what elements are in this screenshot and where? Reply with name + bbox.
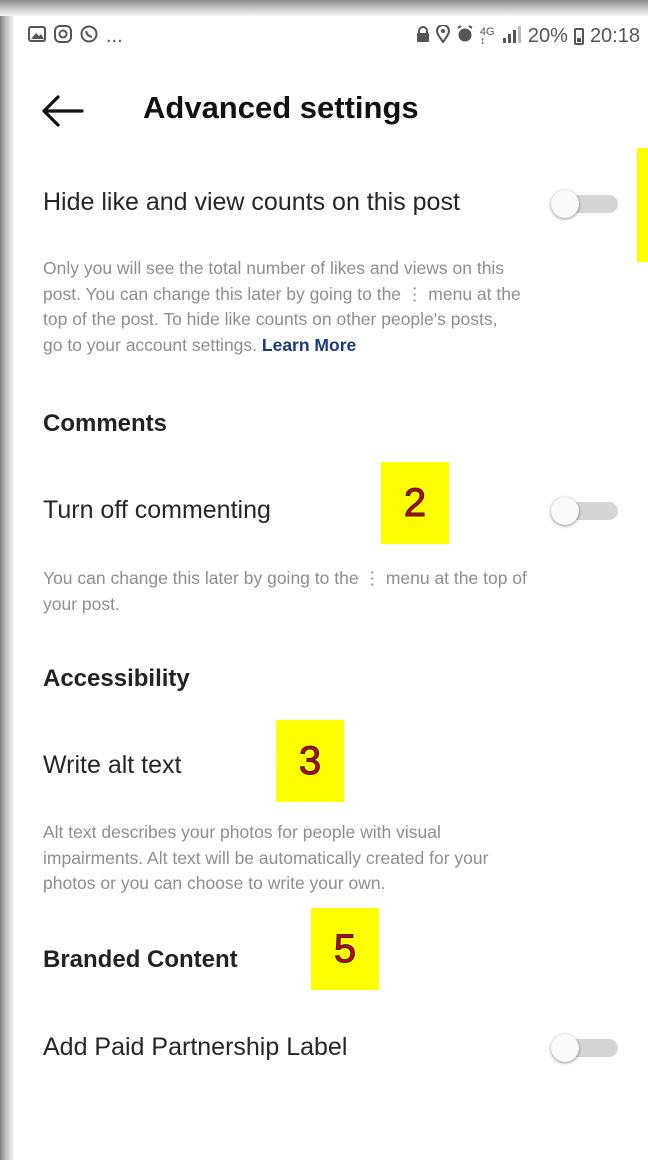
section-title-accessibility: Accessibility <box>43 665 190 692</box>
lock-icon <box>416 25 430 48</box>
back-arrow-icon[interactable] <box>40 88 86 134</box>
page-title: Advanced settings <box>143 90 419 125</box>
annotation-badge-3: 3 <box>276 720 344 802</box>
hide-counts-toggle[interactable] <box>551 190 618 218</box>
more-vert-icon: ⋮ <box>363 568 381 588</box>
desc-line: Alt text describes your photos for peopl… <box>43 822 441 842</box>
more-notifications: ... <box>106 25 123 47</box>
desc-line: top of the post. To hide like counts on … <box>43 309 498 329</box>
write-alt-text-label[interactable]: Write alt text <box>43 751 181 780</box>
desc-line: You can change this later by going to th… <box>43 568 527 588</box>
toggle-knob <box>551 190 579 218</box>
network-4g-icon: 4G ↕ <box>479 25 495 47</box>
battery-percent: 20% <box>527 25 568 47</box>
more-vert-icon: ⋮ <box>405 283 424 304</box>
frame-shadow-left <box>0 0 14 1160</box>
location-icon <box>435 24 450 48</box>
annotation-badge-2: 2 <box>381 462 449 544</box>
desc-line: impairments. Alt text will be automatica… <box>43 847 489 868</box>
desc-line: post. You can change this later by going… <box>43 283 521 304</box>
whatsapp-icon <box>80 25 98 48</box>
learn-more-link[interactable]: Learn More <box>262 335 356 355</box>
toggle-knob <box>551 497 579 525</box>
clock: 20:18 <box>589 25 640 47</box>
desc-line: photos or you can choose to write your o… <box>43 873 386 893</box>
frame-shadow-top <box>0 0 648 16</box>
annotation-badge-5: 5 <box>311 908 379 990</box>
battery-icon <box>573 28 584 45</box>
alt-text-description: Alt text describes your photos for peopl… <box>43 820 633 897</box>
instagram-icon <box>54 25 72 48</box>
desc-line: your post. <box>43 593 120 614</box>
section-title-comments: Comments <box>43 410 168 437</box>
section-title-branded-content: Branded Content <box>43 946 238 973</box>
signal-icon <box>502 25 522 48</box>
desc-line: Only you will see the total number of li… <box>43 258 505 278</box>
hide-counts-description: Only you will see the total number of li… <box>43 256 633 358</box>
gallery-icon <box>28 26 46 47</box>
turn-off-commenting-toggle[interactable] <box>551 497 618 525</box>
annotation-highlight-1 <box>637 148 648 262</box>
paid-partnership-label: Add Paid Partnership Label <box>43 1033 348 1061</box>
comments-description: You can change this later by going to th… <box>43 566 633 617</box>
turn-off-commenting-label: Turn off commenting <box>43 496 271 524</box>
status-bar: ... 4G ↕ 20% 20:18 <box>28 24 640 55</box>
hide-counts-label: Hide like and view counts on this post <box>43 188 460 216</box>
paid-partnership-toggle[interactable] <box>551 1034 618 1062</box>
desc-line: go to your account settings. Learn More <box>43 334 357 355</box>
toggle-knob <box>551 1034 579 1062</box>
alarm-icon <box>456 25 474 48</box>
